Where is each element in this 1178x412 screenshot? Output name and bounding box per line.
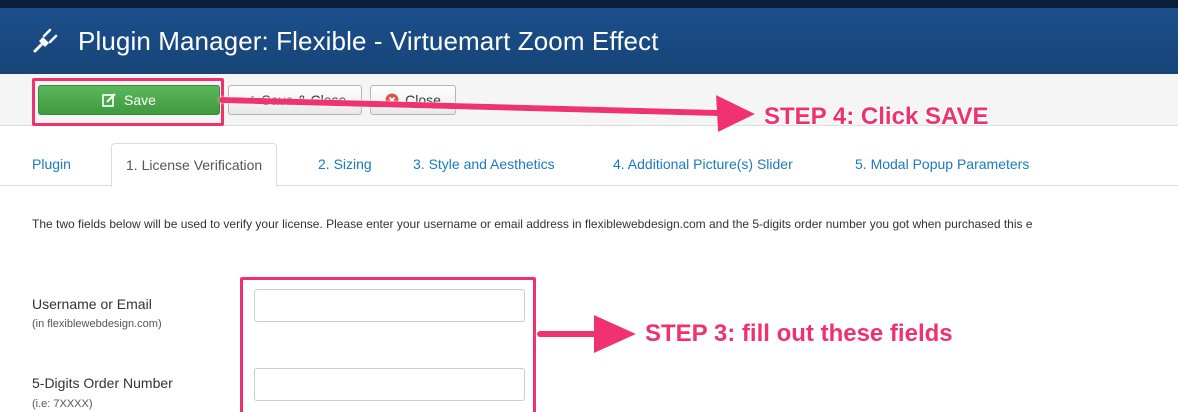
check-icon: ✔ xyxy=(243,91,256,108)
username-hint: (in flexiblewebdesign.com) xyxy=(32,318,162,330)
page-title: Plugin Manager: Flexible - Virtuemart Zo… xyxy=(78,25,659,56)
intro-text: The two fields below will be used to ver… xyxy=(32,217,1033,231)
save-close-button[interactable]: ✔ Save & Close xyxy=(228,85,362,115)
close-icon xyxy=(385,93,399,107)
top-strip xyxy=(0,0,1178,8)
order-number-hint: (i.e: 7XXXX) xyxy=(32,398,93,410)
save-close-label: Save & Close xyxy=(261,92,347,108)
tab-style-aesthetics[interactable]: 3. Style and Aesthetics xyxy=(413,143,555,186)
save-label: Save xyxy=(124,92,156,108)
step3-arrow xyxy=(537,315,636,353)
close-button[interactable]: Close xyxy=(370,85,456,115)
order-number-input[interactable] xyxy=(254,368,525,401)
close-label: Close xyxy=(405,92,441,108)
tab-license-verification[interactable]: 1. License Verification xyxy=(111,143,278,187)
tab-plugin[interactable]: Plugin xyxy=(32,143,71,186)
edit-icon xyxy=(102,93,116,107)
username-email-input[interactable] xyxy=(254,289,525,322)
tab-modal-popup[interactable]: 5. Modal Popup Parameters xyxy=(855,143,1029,186)
step4-callout: STEP 4: Click SAVE xyxy=(764,103,989,130)
page-header: Plugin Manager: Flexible - Virtuemart Zo… xyxy=(0,8,1178,74)
step3-callout: STEP 3: fill out these fields xyxy=(645,320,953,347)
save-button[interactable]: Save xyxy=(38,85,220,115)
tab-sizing[interactable]: 2. Sizing xyxy=(318,143,372,186)
order-number-label: 5-Digits Order Number xyxy=(32,375,173,391)
toolbar: Save ✔ Save & Close Close xyxy=(0,74,1178,126)
plug-icon xyxy=(33,28,58,53)
tab-picture-slider[interactable]: 4. Additional Picture(s) Slider xyxy=(613,143,793,186)
tab-bar: Plugin 1. License Verification 2. Sizing… xyxy=(0,143,1178,187)
username-label: Username or Email xyxy=(32,296,152,312)
